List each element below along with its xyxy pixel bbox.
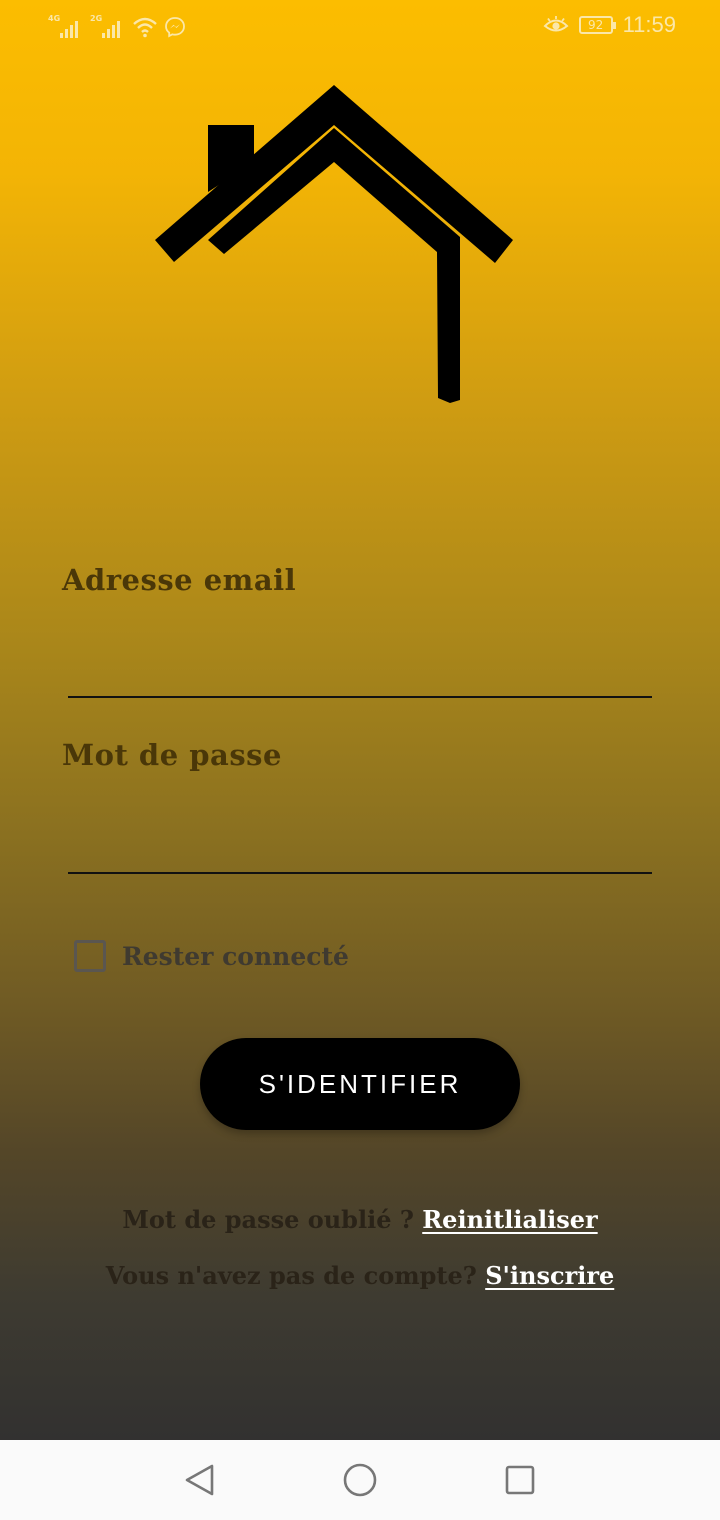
wifi-icon	[133, 17, 157, 38]
status-left-icons: 4G 2G	[48, 14, 186, 38]
home-icon[interactable]	[340, 1460, 380, 1500]
password-label: Mot de passe	[62, 738, 282, 772]
signal-4g-tag: 4G	[48, 14, 61, 23]
remember-me-checkbox[interactable]	[74, 940, 106, 972]
back-icon[interactable]	[180, 1460, 220, 1500]
signal-4g-icon: 4G	[48, 14, 84, 38]
email-field[interactable]	[68, 646, 652, 698]
password-field[interactable]	[68, 822, 652, 874]
status-clock: 11:59	[622, 12, 676, 37]
remember-me-row[interactable]: Rester connecté	[74, 940, 349, 972]
navigation-bar	[0, 1440, 720, 1520]
login-button[interactable]: S'IDENTIFIER	[200, 1038, 520, 1130]
login-screen: 4G 2G 92 11:59 Adresse email Mot de pass…	[0, 0, 720, 1520]
signup-link[interactable]: S'inscrire	[485, 1261, 614, 1290]
signal-2g-tag: 2G	[90, 14, 103, 23]
forgot-password-row: Mot de passe oublié ? Reinitlialiser	[0, 1205, 720, 1234]
reset-password-link[interactable]: Reinitlialiser	[422, 1205, 597, 1234]
battery-icon: 92	[578, 16, 616, 34]
status-bar: 4G 2G 92 11:59	[0, 0, 720, 56]
remember-me-label[interactable]: Rester connecté	[122, 942, 349, 971]
forgot-password-text: Mot de passe oublié ?	[122, 1205, 423, 1234]
no-account-text: Vous n'avez pas de compte?	[105, 1261, 486, 1290]
eye-comfort-icon	[543, 16, 569, 32]
battery-level: 92	[587, 18, 604, 32]
house-icon	[155, 85, 513, 403]
signal-2g-icon: 2G	[90, 14, 126, 38]
recents-icon[interactable]	[500, 1460, 540, 1500]
signup-row: Vous n'avez pas de compte? S'inscrire	[0, 1261, 720, 1290]
email-label: Adresse email	[62, 563, 297, 597]
status-right-icons: 92 11:59	[543, 12, 676, 38]
messenger-icon	[165, 17, 185, 38]
